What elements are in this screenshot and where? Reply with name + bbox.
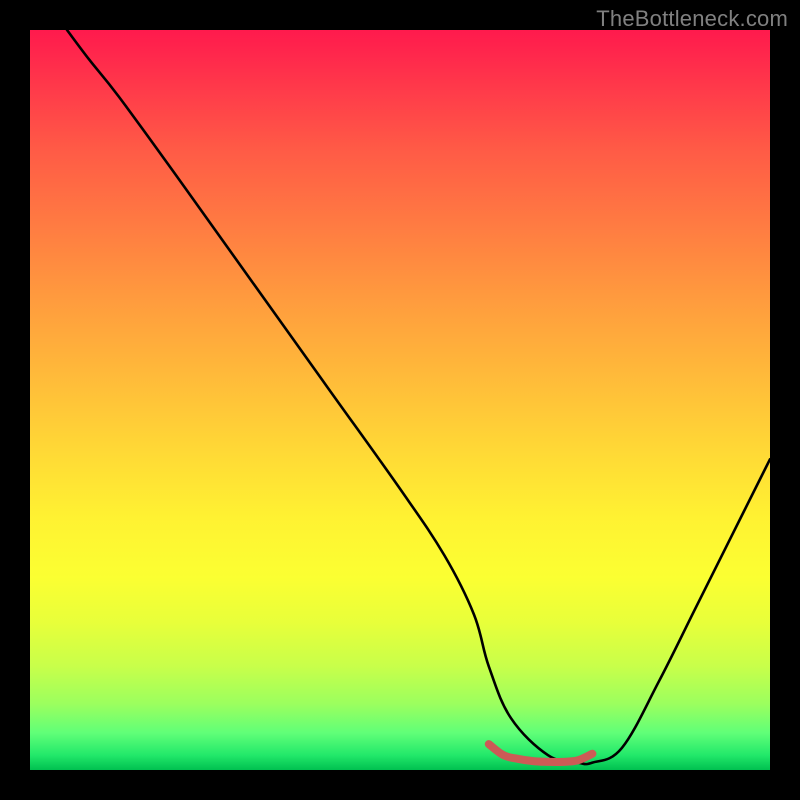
chart-frame: TheBottleneck.com (0, 0, 800, 800)
bottleneck-curve-path (67, 30, 770, 764)
watermark-label: TheBottleneck.com (596, 6, 788, 32)
chart-plot-area (30, 30, 770, 770)
optimal-range-marker-path (489, 744, 593, 762)
chart-svg (30, 30, 770, 770)
